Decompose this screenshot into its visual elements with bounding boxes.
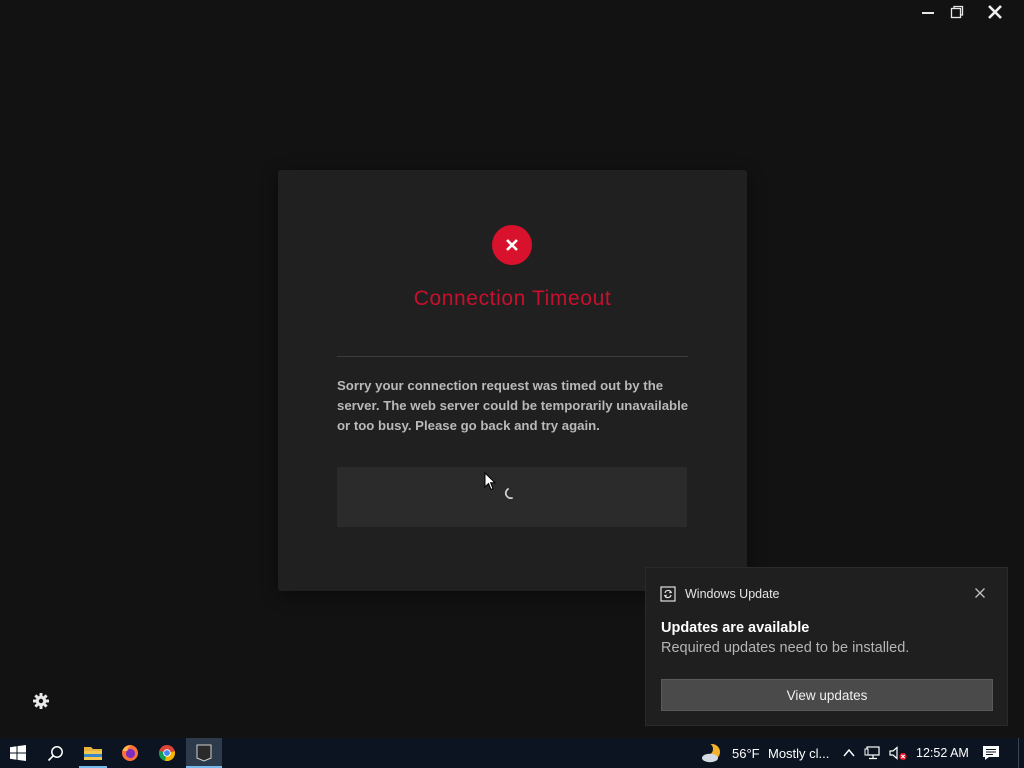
file-explorer-icon xyxy=(84,747,102,760)
toast-app-name: Windows Update xyxy=(685,587,780,601)
toast-title: Updates are available xyxy=(661,620,810,636)
close-window-button[interactable] xyxy=(980,0,1010,24)
chevron-up-icon[interactable] xyxy=(842,745,856,761)
view-updates-button[interactable]: View updates xyxy=(661,679,993,711)
taskbar-file-explorer[interactable] xyxy=(75,738,111,768)
minimize-button[interactable] xyxy=(913,0,943,24)
mouse-cursor-icon xyxy=(484,472,496,491)
taskbar-chrome[interactable] xyxy=(149,738,185,768)
start-button[interactable] xyxy=(0,738,36,768)
notification-center-icon[interactable] xyxy=(982,745,1000,761)
windows-update-icon xyxy=(660,586,676,602)
epic-games-icon xyxy=(196,744,212,762)
close-icon xyxy=(988,5,1002,19)
windows-update-toast: Windows Update Updates are available Req… xyxy=(645,567,1008,726)
search-icon xyxy=(47,745,63,761)
error-message: Sorry your connection request was timed … xyxy=(337,378,689,433)
screen: Connection Timeout Sorry your connection… xyxy=(0,0,1024,768)
weather-temperature[interactable]: 56°F xyxy=(732,746,760,761)
weather-moon-cloud-icon xyxy=(701,743,720,763)
search-button[interactable] xyxy=(37,738,73,768)
settings-gear-icon[interactable] xyxy=(31,691,51,711)
weather-description[interactable]: Mostly cl... xyxy=(768,746,829,761)
toast-body: Required updates need to be installed. xyxy=(661,640,910,656)
firefox-icon xyxy=(122,745,138,761)
connection-error-dialog: Connection Timeout Sorry your connection… xyxy=(278,170,747,591)
divider xyxy=(337,356,688,357)
chrome-icon xyxy=(158,745,175,762)
toast-close-icon[interactable] xyxy=(972,585,988,601)
volume-muted-icon[interactable] xyxy=(888,745,908,761)
taskbar-clock[interactable]: 12:52 AM xyxy=(916,746,969,760)
restore-button[interactable] xyxy=(942,0,972,24)
loading-button[interactable] xyxy=(337,467,687,527)
show-desktop-button[interactable] xyxy=(1018,738,1024,768)
dialog-title: Connection Timeout xyxy=(413,287,612,310)
taskbar-epic-games[interactable] xyxy=(186,738,222,768)
error-x-icon xyxy=(492,225,532,265)
loading-spinner-icon xyxy=(504,488,513,500)
network-icon[interactable] xyxy=(864,745,882,761)
restore-icon xyxy=(950,5,964,19)
minimize-icon xyxy=(922,12,934,14)
taskbar: 56°F Mostly cl... 12:52 AM xyxy=(0,738,1024,768)
windows-logo-icon xyxy=(10,745,26,761)
taskbar-firefox[interactable] xyxy=(112,738,148,768)
